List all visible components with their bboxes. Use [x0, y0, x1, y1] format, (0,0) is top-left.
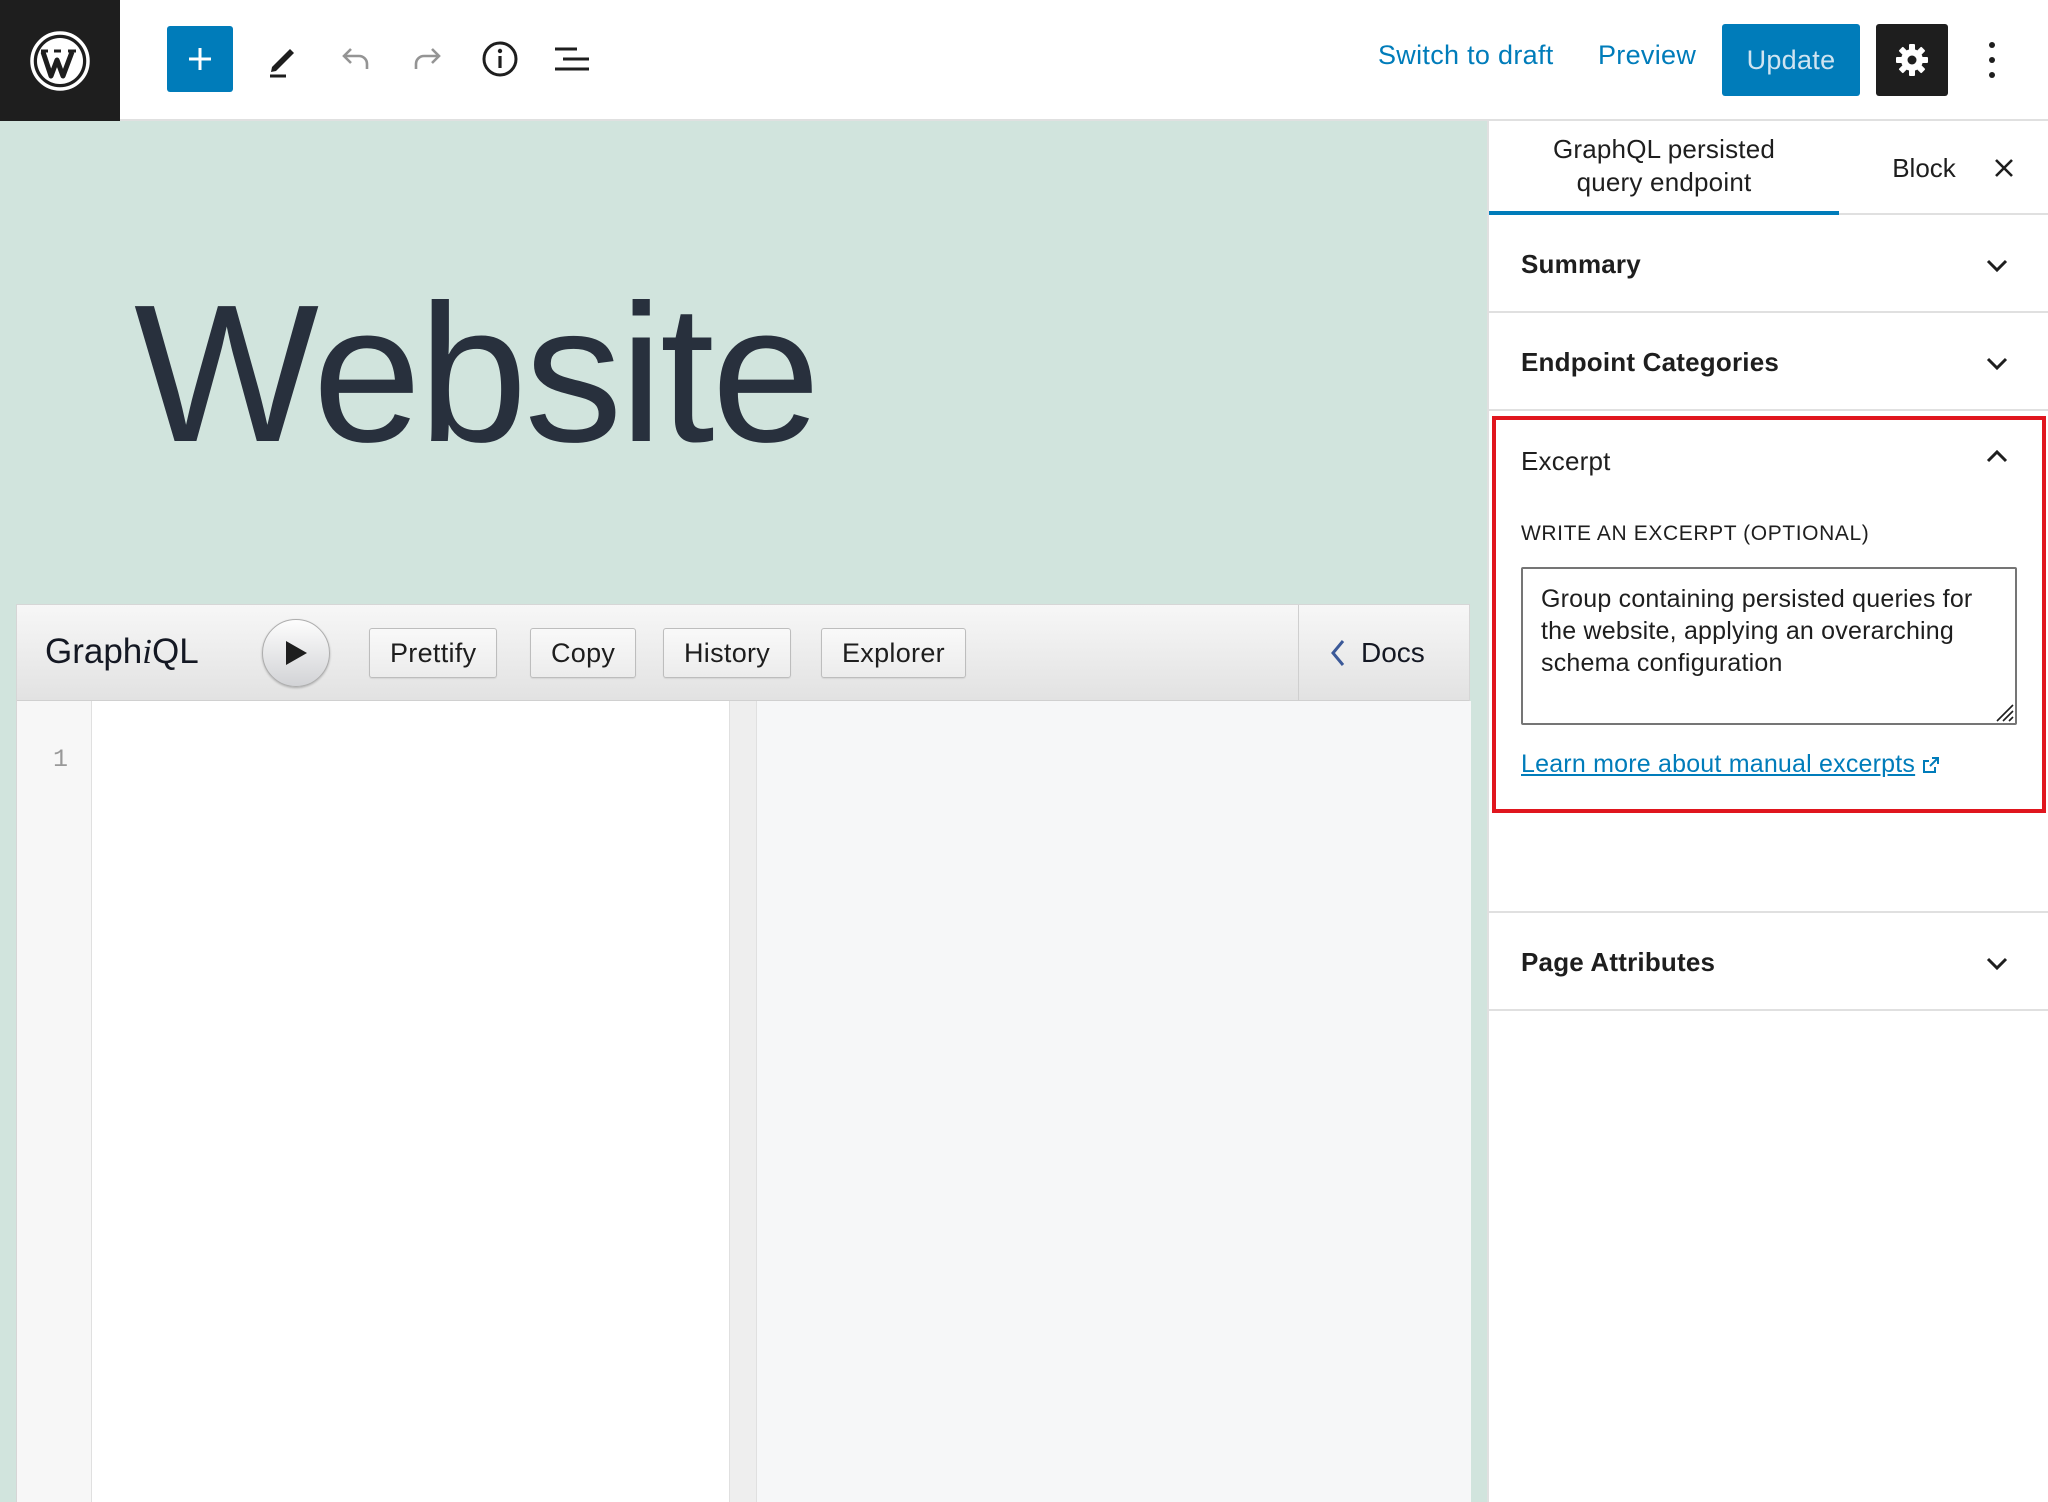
execute-query-button[interactable]: [262, 619, 330, 687]
switch-to-draft-button[interactable]: Switch to draft: [1378, 40, 1554, 71]
tab-document[interactable]: GraphQL persisted query endpoint: [1489, 121, 1839, 215]
settings-button[interactable]: [1876, 24, 1948, 96]
pencil-icon: [270, 49, 294, 78]
undo-icon: [342, 48, 369, 69]
close-sidebar-button[interactable]: [1979, 143, 2029, 193]
info-icon: [482, 41, 518, 77]
panel-endpoint-categories[interactable]: Endpoint Categories: [1489, 313, 2048, 411]
chevron-down-icon: [1982, 251, 2012, 281]
redo-icon: [414, 48, 441, 69]
copy-button[interactable]: Copy: [530, 628, 637, 678]
tab-block[interactable]: Block: [1869, 121, 1979, 215]
tab-document-line2: query endpoint: [1576, 167, 1752, 197]
panel-summary[interactable]: Summary: [1489, 215, 2048, 313]
prettify-button[interactable]: Prettify: [369, 628, 498, 678]
graphiql-block[interactable]: GraphiQL Prettify Copy History Explorer …: [16, 604, 1471, 1502]
close-icon: [1995, 159, 2013, 177]
add-block-button[interactable]: [167, 26, 233, 92]
panel-summary-title: Summary: [1521, 249, 1641, 279]
result-panel: [757, 701, 1471, 1502]
more-vertical-icon: [1989, 42, 1995, 48]
more-vertical-icon: [1989, 72, 1995, 78]
line-number-gutter: 1: [17, 701, 92, 1502]
play-icon: [286, 641, 307, 665]
list-view-button[interactable]: [539, 26, 605, 92]
undo-button[interactable]: [322, 26, 388, 92]
graphiql-title: GraphiQL: [45, 632, 199, 671]
history-button[interactable]: History: [663, 628, 792, 678]
wordpress-logo-icon: [30, 30, 90, 91]
editor-canvas: Website GraphiQL Prettify Copy History E…: [0, 121, 1487, 1502]
explorer-button[interactable]: Explorer: [821, 628, 966, 678]
more-vertical-icon: [1989, 57, 1995, 63]
chevron-down-icon: [1982, 949, 2012, 979]
gear-icon: [1896, 44, 1928, 76]
line-number: 1: [53, 745, 69, 774]
more-options-button[interactable]: [1975, 36, 2009, 84]
graphiql-toolbar: GraphiQL Prettify Copy History Explorer …: [17, 605, 1469, 701]
panel-page-attributes-title: Page Attributes: [1521, 947, 1716, 977]
panel-page-attributes[interactable]: Page Attributes: [1489, 913, 2048, 1011]
query-editor[interactable]: [92, 701, 729, 1502]
docs-label: Docs: [1361, 637, 1425, 668]
wordpress-logo[interactable]: [0, 0, 120, 121]
chevron-left-icon: [1331, 640, 1345, 666]
update-button[interactable]: Update: [1722, 24, 1860, 96]
sidebar-tabs: GraphQL persisted query endpoint Block: [1489, 121, 2048, 215]
tab-document-line1: GraphQL persisted: [1552, 134, 1776, 164]
redo-button[interactable]: [395, 26, 461, 92]
tools-button[interactable]: [249, 26, 315, 92]
editor-header: Switch to draft Preview Update: [0, 0, 2048, 121]
editor-resize-handle[interactable]: [729, 701, 757, 1502]
panel-endpoint-categories-title: Endpoint Categories: [1521, 347, 1780, 377]
excerpt-highlight-box: [1492, 416, 2046, 813]
post-title[interactable]: Website: [134, 276, 820, 472]
plus-icon: [189, 48, 211, 70]
preview-button[interactable]: Preview: [1598, 40, 1696, 71]
details-button[interactable]: [467, 26, 533, 92]
list-view-icon: [555, 47, 589, 71]
chevron-down-icon: [1982, 349, 2012, 379]
docs-button[interactable]: Docs: [1298, 605, 1471, 701]
